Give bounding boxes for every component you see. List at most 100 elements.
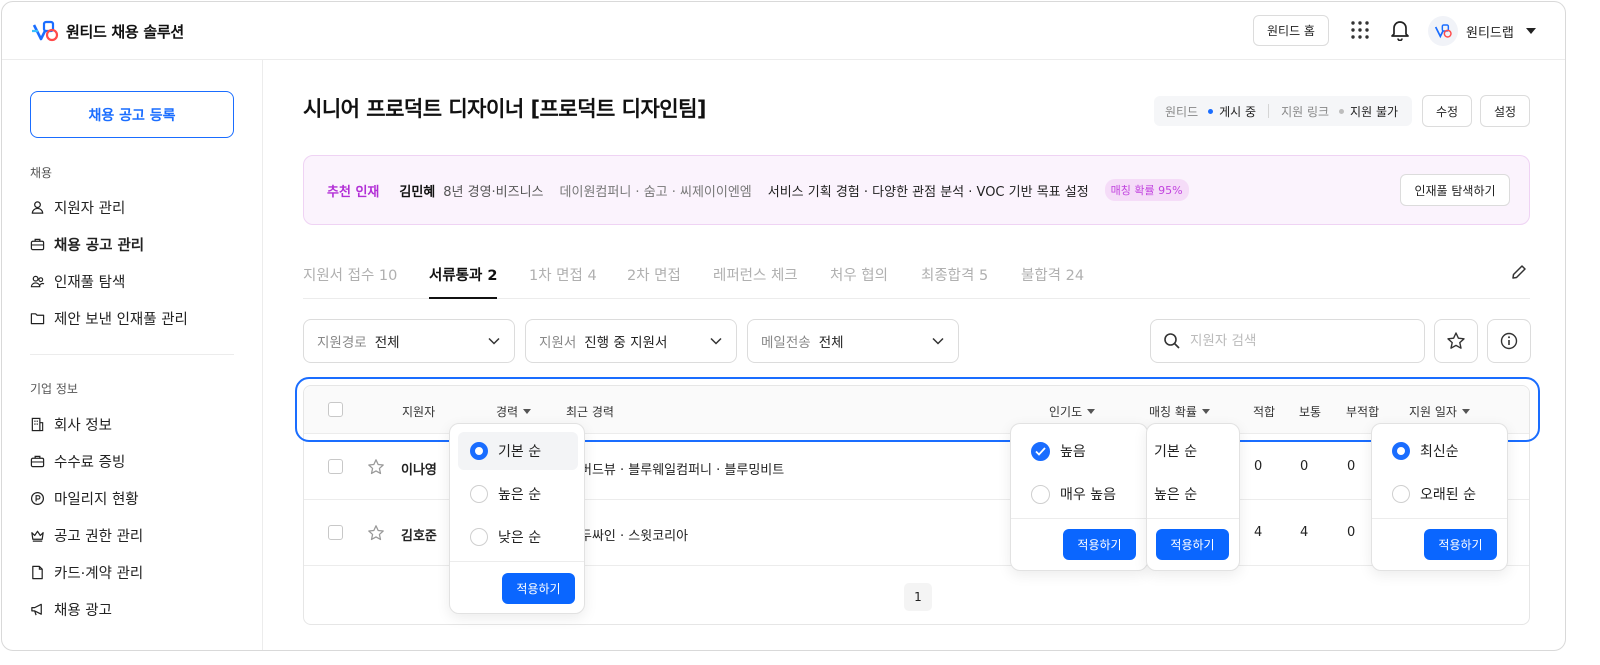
header-label: 지원 일자 — [1409, 405, 1457, 419]
apps-grid-icon[interactable] — [1350, 20, 1370, 40]
row-checkbox[interactable] — [328, 459, 343, 474]
date-apply-button[interactable]: 적용하기 — [1424, 529, 1497, 560]
sidebar-item-proposals[interactable]: 제안 보낸 인재풀 관리 — [30, 308, 188, 329]
popularity-apply-button[interactable]: 적용하기 — [1063, 529, 1136, 560]
tab-document-pass[interactable]: 서류통과 2 — [429, 264, 498, 285]
logo[interactable]: 원티드 채용 솔루션 — [30, 19, 184, 43]
matching-option-high[interactable]: 높은 순 — [1147, 475, 1197, 513]
status-dot-icon — [1339, 108, 1345, 114]
stage-tabs: 지원서 접수 10 서류통과 2 1차 면접 4 2차 면접 레퍼런스 체크 처… — [303, 251, 1530, 299]
section-title-company: 기업 정보 — [30, 382, 78, 396]
dropdown-divider — [1011, 518, 1147, 519]
select-all-checkbox[interactable] — [328, 402, 343, 417]
sidebar-item-talent-pool[interactable]: 인재풀 탐색 — [30, 271, 125, 292]
career-sort-dropdown: 기본 순 높은 순 낮은 순 적용하기 — [449, 423, 585, 614]
filter-mail[interactable]: 메일전송 전체 — [747, 319, 959, 363]
header-popularity[interactable]: 인기도 — [1049, 403, 1096, 420]
header-fit: 적합 — [1253, 403, 1275, 420]
header-label: 지원자 — [402, 405, 436, 419]
favorite-filter-button[interactable] — [1434, 319, 1478, 363]
sidebar-item-label: 회사 정보 — [54, 418, 112, 434]
edit-button[interactable]: 수정 — [1422, 95, 1472, 127]
option-label: 최신순 — [1420, 444, 1459, 460]
sidebar-item-label: 채용 공고 관리 — [54, 238, 145, 254]
pencil-icon[interactable] — [1510, 263, 1528, 281]
row-checkbox[interactable] — [328, 525, 343, 540]
matching-apply-button[interactable]: 적용하기 — [1156, 529, 1229, 560]
tab-first-interview[interactable]: 1차 면접 4 — [529, 264, 597, 285]
sidebar-item-fee-proof[interactable]: 수수료 증빙 — [30, 451, 125, 472]
bell-icon[interactable] — [1390, 19, 1410, 41]
dropdown-divider — [450, 561, 584, 562]
sidebar: 채용 공고 등록 채용 지원자 관리 채용 공고 관리 인재풀 탐색 제안 보낸… — [2, 60, 263, 650]
popularity-filter-dropdown: 높음 매우 높음 적용하기 — [1010, 423, 1148, 571]
matching-sort-dropdown: 기본 순 높은 순 적용하기 — [1146, 423, 1240, 571]
matching-option-default[interactable]: 기본 순 — [1147, 432, 1197, 470]
star-icon[interactable] — [367, 458, 385, 476]
header-label: 경력 — [496, 405, 519, 419]
wanted-home-button[interactable]: 원티드 홈 — [1253, 15, 1329, 46]
header-career[interactable]: 경력 — [496, 403, 532, 420]
sidebar-item-mileage[interactable]: 마일리지 현황 — [30, 488, 139, 509]
tab-final-pass[interactable]: 최종합격 5 — [921, 264, 988, 285]
date-option-latest[interactable]: 최신순 — [1380, 432, 1500, 470]
register-job-button[interactable]: 채용 공고 등록 — [30, 91, 234, 138]
sidebar-item-company-info[interactable]: 회사 정보 — [30, 414, 112, 435]
search-input[interactable] — [1190, 333, 1410, 349]
star-icon — [1447, 332, 1465, 349]
option-label: 높은 순 — [498, 487, 542, 503]
popularity-option-high[interactable]: 높음 — [1019, 432, 1139, 470]
sidebar-item-label: 수수료 증빙 — [54, 455, 126, 471]
sidebar-item-label: 채용 광고 — [54, 603, 112, 619]
status-dot-icon — [1208, 108, 1214, 114]
sidebar-item-label: 카드·계약 관리 — [54, 566, 144, 582]
career-option-default[interactable]: 기본 순 — [458, 432, 578, 470]
sidebar-item-applicants[interactable]: 지원자 관리 — [30, 197, 125, 218]
filter-value: 전체 — [374, 335, 400, 351]
status-link-label: 지원 링크 — [1281, 104, 1330, 119]
career-option-low[interactable]: 낮은 순 — [458, 518, 578, 556]
popularity-option-very-high[interactable]: 매우 높음 — [1019, 475, 1139, 513]
info-button[interactable] — [1487, 319, 1531, 363]
pagination-page[interactable]: 1 — [904, 583, 932, 611]
tab-reference-check[interactable]: 레퍼런스 체크 — [713, 264, 798, 285]
dropdown-divider — [1147, 518, 1239, 519]
sidebar-item-card-contract[interactable]: 카드·계약 관리 — [30, 562, 143, 583]
career-option-high[interactable]: 높은 순 — [458, 475, 578, 513]
sidebar-item-ads[interactable]: 채용 광고 — [30, 599, 112, 620]
option-label: 높은 순 — [1154, 487, 1198, 503]
normal-count: 0 — [1300, 459, 1309, 474]
option-label: 높음 — [1060, 444, 1086, 460]
settings-button[interactable]: 설정 — [1480, 95, 1530, 127]
app-title: 원티드 채용 솔루션 — [66, 22, 184, 41]
filter-source[interactable]: 지원경로 전체 — [303, 319, 515, 363]
filter-application[interactable]: 지원서 진행 중 지원서 — [525, 319, 737, 363]
job-status-box: 원티드 게시 중 지원 링크 지원 불가 — [1154, 96, 1412, 126]
date-option-oldest[interactable]: 오래된 순 — [1380, 475, 1500, 513]
header-date[interactable]: 지원 일자 — [1409, 403, 1470, 420]
tab-second-interview[interactable]: 2차 면접 — [627, 264, 681, 285]
tab-received[interactable]: 지원서 접수 10 — [303, 264, 397, 285]
sidebar-item-job-posts[interactable]: 채용 공고 관리 — [30, 234, 144, 255]
company-menu[interactable]: 원티드랩 — [1428, 16, 1536, 46]
recommend-description: 서비스 기획 경험 · 다양한 관점 분석 · VOC 기반 목표 설정 — [767, 184, 1089, 200]
header-matching[interactable]: 매칭 확률 — [1149, 403, 1210, 420]
page-title: 시니어 프로덕트 디자이너 [프로덕트 디자인팀] — [303, 97, 707, 121]
header-label: 최근 경력 — [566, 405, 614, 419]
crown-icon — [31, 530, 44, 542]
tab-offer[interactable]: 처우 협의 — [830, 264, 888, 285]
option-label: 기본 순 — [498, 444, 542, 460]
applicant-name[interactable]: 김호준 — [401, 525, 437, 544]
star-icon[interactable] — [367, 524, 385, 542]
career-apply-button[interactable]: 적용하기 — [502, 573, 575, 604]
header-applicant: 지원자 — [402, 403, 435, 420]
explore-talent-pool-button[interactable]: 인재풀 탐색하기 — [1400, 174, 1510, 206]
sidebar-item-permissions[interactable]: 공고 권한 관리 — [30, 525, 143, 546]
megaphone-icon — [31, 603, 42, 616]
applicant-name[interactable]: 이나영 — [401, 459, 437, 478]
radio-selected-icon — [1392, 442, 1410, 460]
applicant-search — [1150, 319, 1425, 363]
option-label: 기본 순 — [1154, 444, 1198, 460]
chevron-down-icon — [932, 337, 944, 345]
tab-rejected[interactable]: 불합격 24 — [1021, 264, 1084, 285]
